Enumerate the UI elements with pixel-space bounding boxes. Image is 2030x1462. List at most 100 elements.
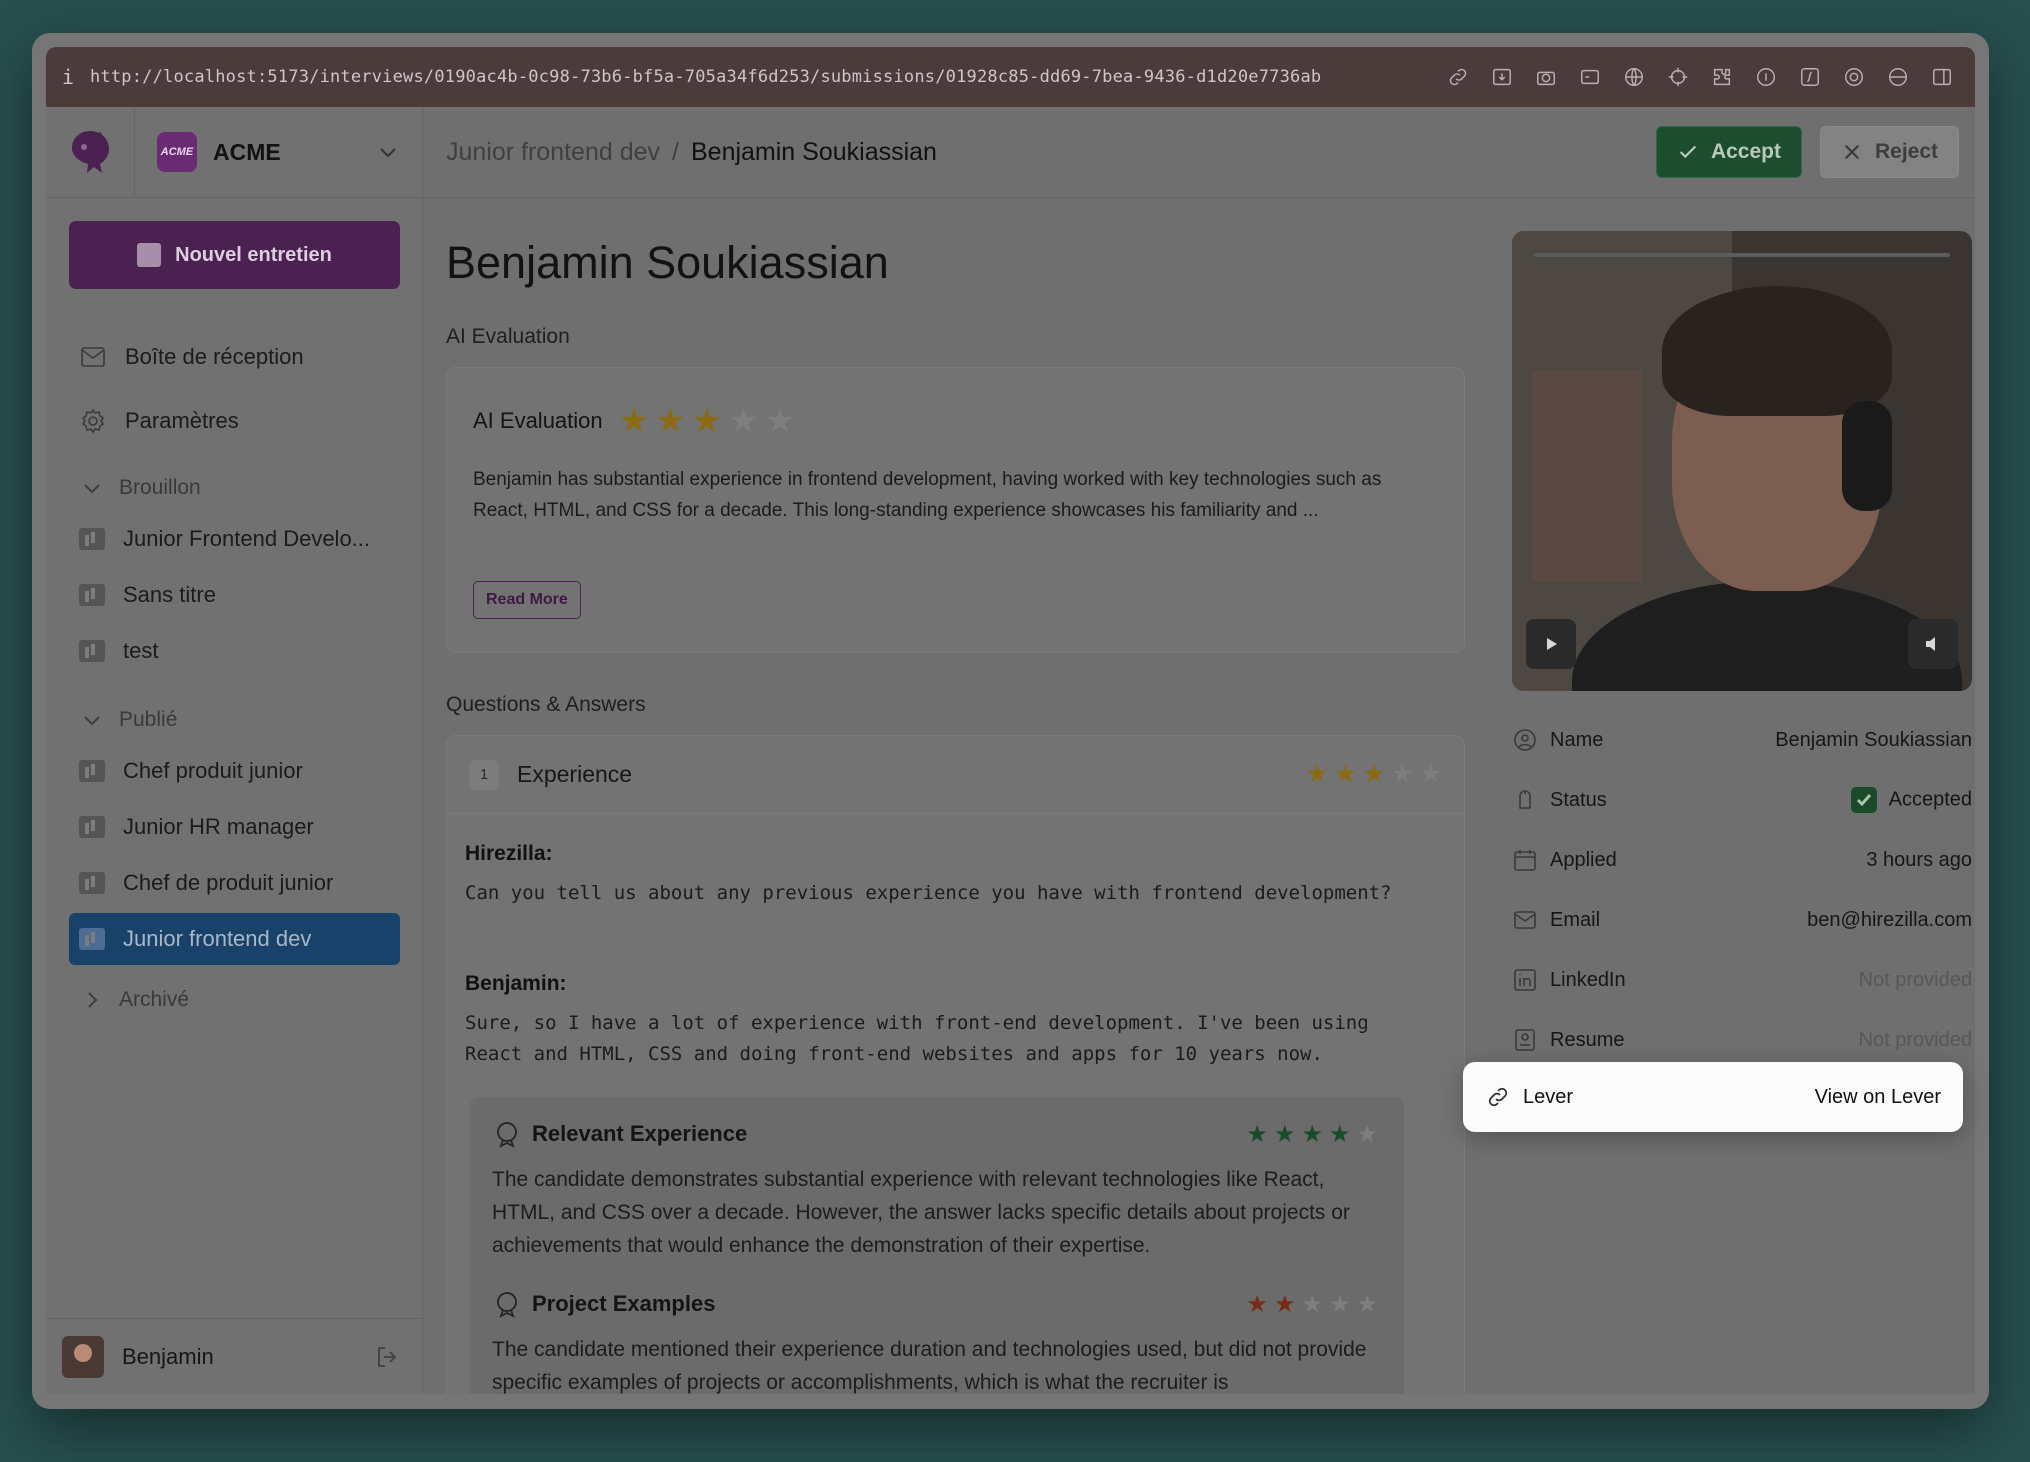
sidebar-item-published-4[interactable]: Junior frontend dev (69, 913, 400, 965)
info-icon[interactable]: i (46, 65, 90, 89)
record-icon[interactable] (1887, 66, 1909, 88)
section-label: Publié (119, 708, 178, 731)
breadcrumb-parent[interactable]: Junior frontend dev (446, 138, 660, 166)
interview-icon (79, 640, 105, 662)
user-menu: Benjamin (46, 1318, 423, 1394)
question-header[interactable]: 1 Experience ★ ★ ★ ★ ★ (447, 736, 1464, 814)
detail-row-name: Name Benjamin Soukiassian (1512, 710, 1972, 770)
globe-icon[interactable] (1623, 66, 1645, 88)
sidebar-toggle-icon[interactable] (1931, 66, 1953, 88)
sidebar-item-draft-2[interactable]: Sans titre (69, 569, 400, 621)
gear-icon (79, 407, 107, 435)
star-icon: ★ (691, 402, 723, 440)
video-frame-headphones (1842, 401, 1892, 511)
star-icon: ★ (1305, 760, 1329, 788)
sidebar-item-draft-1[interactable]: Junior Frontend Develo... (69, 513, 400, 565)
chevron-down-icon (84, 716, 100, 726)
play-icon (1547, 638, 1557, 650)
criterion-text: The candidate mentioned their experience… (492, 1338, 1367, 1394)
video-frame-shelf (1532, 371, 1642, 581)
close-icon (1844, 144, 1860, 160)
sidebar-item-published-1[interactable]: Chef produit junior (69, 745, 400, 797)
sidebar-item-label: Chef de produit junior (123, 870, 334, 895)
detail-value[interactable]: ben@hirezilla.com (1807, 909, 1972, 932)
detail-label: Resume (1550, 1028, 1625, 1051)
interview-icon (79, 872, 105, 894)
star-icon: ★ (1273, 1291, 1296, 1318)
section-archived[interactable]: Archivé (69, 987, 189, 1013)
detail-value: Benjamin Soukiassian (1775, 728, 1972, 751)
org-switcher[interactable]: ACME ACME (135, 132, 422, 172)
star-icon: ★ (1334, 760, 1357, 788)
question-number: 1 (469, 759, 499, 790)
page-header: Junior frontend dev / Benjamin Soukiassian… (423, 107, 1975, 198)
qa-heading: Questions & Answers (446, 693, 646, 716)
avatar[interactable] (62, 1335, 104, 1378)
breadcrumb: Junior frontend dev / Benjamin Soukiassian (446, 138, 937, 167)
check-icon (1679, 145, 1697, 159)
sidebar-item-settings[interactable]: Paramètres (69, 395, 400, 447)
detail-row-linkedin: LinkedIn Not provided (1512, 950, 1972, 1010)
interviewer-label: Hirezilla: (465, 842, 553, 865)
volume-icon (1926, 637, 1935, 651)
sidebar-item-published-2[interactable]: Junior HR manager (69, 801, 400, 853)
video-player[interactable] (1512, 231, 1972, 691)
link-icon[interactable] (1447, 66, 1469, 88)
lever-row[interactable]: Lever View on Lever (1463, 1062, 1963, 1132)
breadcrumb-separator: / (672, 137, 679, 166)
main-content: Benjamin Soukiassian AI Evaluation AI Ev… (423, 199, 1481, 1394)
star-icon: ★ (1328, 1121, 1351, 1148)
new-interview-button[interactable]: Nouvel entretien (69, 221, 400, 289)
script-icon[interactable] (1799, 66, 1821, 88)
reject-label: Reject (1874, 140, 1938, 163)
status-badge: Accepted (1850, 787, 1972, 813)
question-title: Experience (517, 761, 633, 787)
url-text[interactable]: http://localhost:5173/interviews/0190ac4… (90, 67, 1447, 87)
camera-icon[interactable] (1535, 66, 1557, 88)
resume-icon (1512, 1027, 1538, 1053)
section-draft[interactable]: Brouillon (69, 475, 201, 501)
chevron-right-icon (88, 992, 98, 1008)
download-icon[interactable] (1491, 66, 1513, 88)
sidebar-item-label: Paramètres (125, 408, 239, 433)
app-logo[interactable] (46, 106, 135, 198)
read-more-button[interactable]: Read More (473, 581, 581, 619)
section-published[interactable]: Publié (69, 707, 177, 733)
star-icon: ★ (1419, 760, 1442, 788)
sidebar-item-inbox[interactable]: Boîte de réception (69, 331, 400, 383)
logout-icon[interactable] (373, 1343, 401, 1371)
extensions-icon[interactable] (1711, 66, 1733, 88)
profile-icon[interactable] (1843, 66, 1865, 88)
screen-icon[interactable] (1579, 66, 1601, 88)
view-on-lever-link[interactable]: View on Lever (1815, 1086, 1941, 1109)
play-button[interactable] (1526, 619, 1576, 669)
page-title: Benjamin Soukiassian (446, 237, 889, 288)
detail-row-applied: Applied 3 hours ago (1512, 830, 1972, 890)
address-bar[interactable]: i http://localhost:5173/interviews/0190a… (46, 47, 1975, 107)
star-icon: ★ (1356, 1291, 1378, 1318)
ai-evaluation-card: AI Evaluation ★ ★ ★ ★ ★ Benjamin has sub… (446, 367, 1465, 653)
breadcrumb-current: Benjamin Soukiassian (690, 137, 937, 166)
detail-label: Status (1550, 788, 1607, 811)
candidate-panel: Name Benjamin Soukiassian Status Accepte… (1481, 199, 1975, 1394)
star-icon: ★ (1246, 1291, 1268, 1318)
linkedin-icon (1512, 967, 1538, 993)
accept-button[interactable]: Accept (1655, 126, 1802, 178)
sidebar-item-label: Sans titre (123, 582, 216, 607)
new-interview-label: Nouvel entretien (175, 243, 332, 266)
sidebar-item-label: test (123, 638, 159, 663)
video-progress-bar[interactable] (1534, 253, 1950, 257)
detail-row-resume: Resume Not provided (1512, 1010, 1972, 1070)
interview-icon (79, 760, 105, 782)
sidebar-item-draft-3[interactable]: test (69, 625, 400, 677)
chevron-down-icon (380, 148, 396, 158)
password-icon[interactable] (1755, 66, 1777, 88)
reject-button[interactable]: Reject (1819, 126, 1959, 178)
detail-row-status: Status Accepted (1512, 770, 1972, 830)
sidebar-item-label: Junior frontend dev (123, 926, 312, 951)
crosshair-icon[interactable] (1667, 66, 1689, 88)
interview-icon (79, 928, 105, 950)
app: ACME ACME Nouvel entretien Boîte de réce… (46, 106, 1975, 1394)
sidebar-item-published-3[interactable]: Chef de produit junior (69, 857, 400, 909)
volume-button[interactable] (1908, 619, 1958, 669)
